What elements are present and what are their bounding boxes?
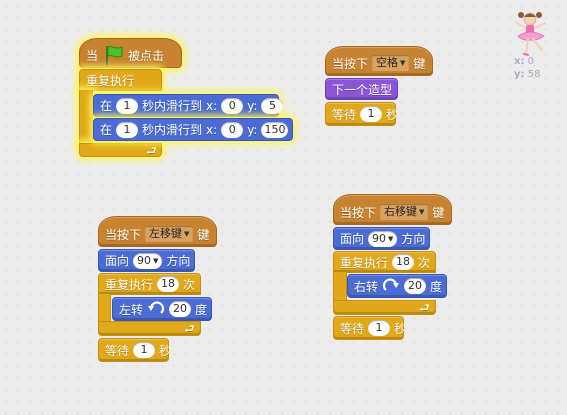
turn-degrees-input[interactable]: 20 xyxy=(404,278,427,294)
repeat-block-side xyxy=(98,294,111,322)
x-coord-label: x: xyxy=(514,56,525,67)
loop-arrow-icon: ⮐ xyxy=(184,322,195,336)
when-right-pressed-block[interactable]: 当按下 右移键 ▼ 键 xyxy=(333,194,452,225)
wait-secs-input[interactable]: 1 xyxy=(133,342,156,358)
when-space-pressed-block[interactable]: 当按下 空格 ▼ 键 xyxy=(325,46,433,76)
when-flag-clicked-block[interactable]: 当 被点击 xyxy=(79,38,182,68)
green-flag-icon xyxy=(102,44,124,66)
key-value: 右移键 xyxy=(384,205,418,218)
repeat-suffix: 次 xyxy=(418,255,431,270)
hat-clicked-label: 被点击 xyxy=(128,48,165,63)
repeat-block-side xyxy=(333,272,347,301)
loop-arrow-icon: ⮐ xyxy=(419,301,430,315)
repeat-times-input[interactable]: 18 xyxy=(157,276,180,292)
point-prefix: 面向 xyxy=(105,254,130,268)
wait-prefix: 等待 xyxy=(332,107,357,122)
glide-secs-input[interactable]: 1 xyxy=(116,121,139,138)
repeat-prefix: 重复执行 xyxy=(340,255,389,270)
hat-suffix-label: 键 xyxy=(432,205,445,220)
hat-prefix-label: 当按下 xyxy=(332,56,369,71)
wait-secs-input[interactable]: 1 xyxy=(368,320,391,336)
glide-x-input[interactable]: 0 xyxy=(221,121,244,138)
turn-left-block[interactable]: 左转 20 度 xyxy=(112,297,212,321)
glide-block-2[interactable]: 在 1 秒内滑行到 x: 0 y: 150 xyxy=(93,118,293,141)
glide-y-input[interactable]: 5 xyxy=(261,97,284,114)
chevron-down-icon: ▼ xyxy=(388,234,394,243)
hat-when-label: 当 xyxy=(86,48,99,63)
y-label: y: xyxy=(247,98,258,113)
turn-right-block[interactable]: 右转 20 度 xyxy=(347,274,447,298)
chevron-down-icon: ▼ xyxy=(184,230,190,238)
turn-suffix: 度 xyxy=(195,302,208,317)
ballerina-sprite-icon xyxy=(512,8,552,60)
repeat-suffix: 次 xyxy=(183,277,196,292)
direction-dropdown[interactable]: 90 ▼ xyxy=(368,230,398,247)
forever-label: 重复执行 xyxy=(86,73,135,88)
repeat-times-input[interactable]: 18 xyxy=(392,254,415,270)
scripts-area[interactable]: 当 被点击 重复执行 ⮐ 在 1 秒内滑行到 x: 0 y: 5 在 1 秒内滑… xyxy=(0,0,567,415)
y-label: y: xyxy=(247,122,258,137)
direction-value: 90 xyxy=(137,253,152,267)
turn-suffix: 度 xyxy=(430,279,443,294)
repeat-block[interactable]: 重复执行 18 次 xyxy=(98,273,201,295)
glide-block-1[interactable]: 在 1 秒内滑行到 x: 0 y: 5 xyxy=(93,94,284,117)
glide-secs-input[interactable]: 1 xyxy=(116,97,139,114)
key-value: 空格 xyxy=(376,56,399,69)
chevron-down-icon: ▼ xyxy=(153,256,159,265)
next-costume-block[interactable]: 下一个造型 xyxy=(325,78,398,100)
hat-suffix-label: 键 xyxy=(413,56,426,71)
rotate-right-icon xyxy=(382,278,400,294)
when-left-pressed-block[interactable]: 当按下 左移键 ▼ 键 xyxy=(98,216,217,247)
point-direction-block[interactable]: 面向 90 ▼ 方向 xyxy=(98,249,195,272)
x-label: x: xyxy=(206,122,218,137)
next-costume-label: 下一个造型 xyxy=(332,82,393,97)
y-coord-value: 58 xyxy=(527,69,541,80)
point-direction-block[interactable]: 面向 90 ▼ 方向 xyxy=(333,227,430,250)
glide-x-input[interactable]: 0 xyxy=(221,97,244,114)
loop-arrow-icon: ⮐ xyxy=(146,144,157,158)
chevron-down-icon: ▼ xyxy=(419,208,425,216)
key-value: 左移键 xyxy=(149,227,183,240)
wait-suffix: 秒 xyxy=(386,107,399,122)
repeat-prefix: 重复执行 xyxy=(105,277,154,292)
glide-label: 秒内滑行到 xyxy=(142,123,203,137)
turn-degrees-input[interactable]: 20 xyxy=(169,301,192,317)
point-suffix: 方向 xyxy=(166,254,191,268)
x-coord-value: 0 xyxy=(527,56,535,67)
direction-dropdown[interactable]: 90 ▼ xyxy=(133,252,163,269)
hat-suffix-label: 键 xyxy=(197,227,210,242)
wait-block[interactable]: 等待 1 秒 xyxy=(325,102,399,126)
key-dropdown[interactable]: 空格 ▼ xyxy=(372,55,410,71)
wait-prefix: 等待 xyxy=(340,321,365,336)
turn-prefix: 右转 xyxy=(354,279,379,294)
key-dropdown[interactable]: 右移键 ▼ xyxy=(380,204,429,220)
glide-prefix: 在 xyxy=(100,99,113,113)
forever-block-side xyxy=(79,90,93,144)
direction-value: 90 xyxy=(372,231,387,245)
point-suffix: 方向 xyxy=(401,232,426,246)
point-prefix: 面向 xyxy=(340,232,365,246)
rotate-left-icon xyxy=(147,301,165,317)
repeat-block[interactable]: 重复执行 18 次 xyxy=(333,251,436,273)
key-dropdown[interactable]: 左移键 ▼ xyxy=(145,226,194,242)
sprite-coordinates: x: 0 y: 58 xyxy=(514,55,540,81)
hat-prefix-label: 当按下 xyxy=(340,205,377,220)
forever-block[interactable]: 重复执行 xyxy=(79,69,162,91)
x-label: x: xyxy=(206,98,218,113)
y-coord-label: y: xyxy=(514,69,525,80)
wait-suffix: 秒 xyxy=(394,321,407,336)
glide-y-input[interactable]: 150 xyxy=(261,121,289,138)
wait-suffix: 秒 xyxy=(159,343,172,358)
wait-block[interactable]: 等待 1 秒 xyxy=(333,316,407,340)
wait-block[interactable]: 等待 1 秒 xyxy=(98,338,172,362)
glide-prefix: 在 xyxy=(100,123,113,137)
hat-prefix-label: 当按下 xyxy=(105,227,142,242)
glide-label: 秒内滑行到 xyxy=(142,99,203,113)
wait-secs-input[interactable]: 1 xyxy=(360,106,383,122)
wait-prefix: 等待 xyxy=(105,343,130,358)
turn-prefix: 左转 xyxy=(119,302,144,317)
chevron-down-icon: ▼ xyxy=(400,59,406,67)
